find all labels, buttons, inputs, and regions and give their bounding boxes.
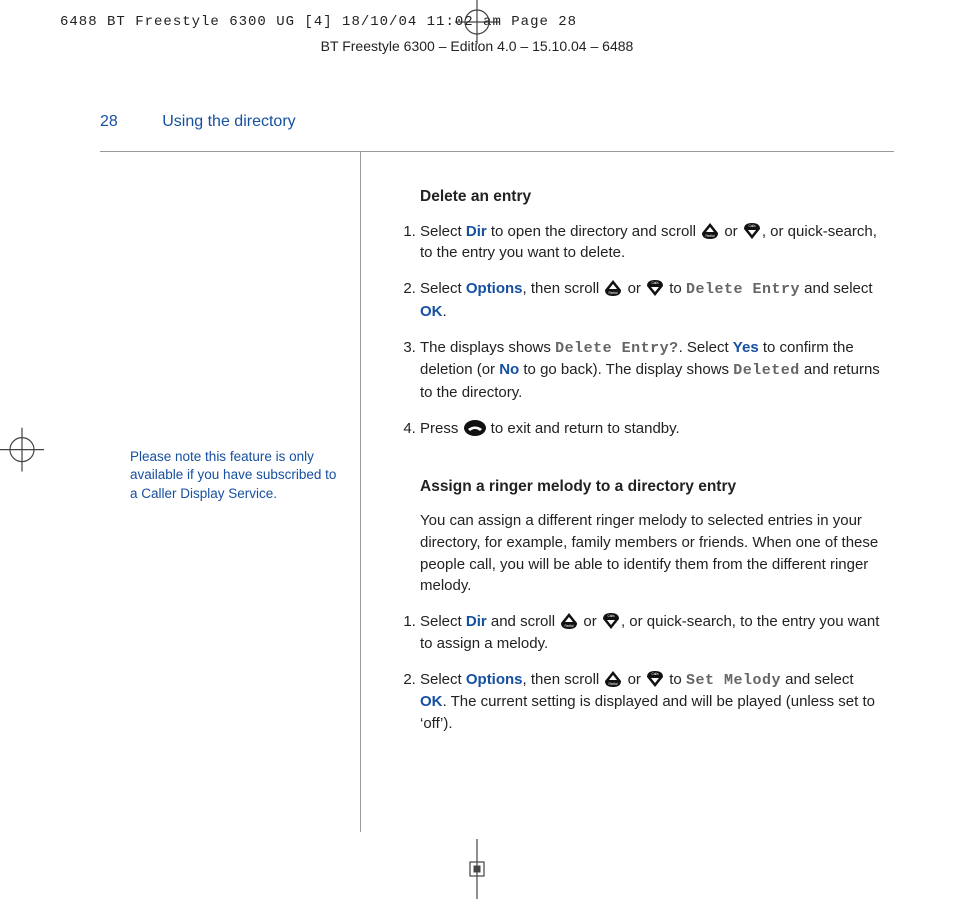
main-column: Delete an entry Select Dir to open the d… <box>360 152 894 832</box>
no-keyword: No <box>499 361 519 378</box>
ok-keyword: OK <box>420 693 443 710</box>
step-3: The displays shows Delete Entry?. Select… <box>420 337 884 404</box>
steps-delete-entry: Select Dir to open the directory and scr… <box>394 221 884 440</box>
step-1: Select Dir to open the directory and scr… <box>420 221 884 265</box>
yes-keyword: Yes <box>733 339 759 356</box>
heading-delete-entry: Delete an entry <box>420 186 884 208</box>
scroll-up-icon <box>700 221 720 241</box>
step-1: Select Dir and scroll or , or quick-sear… <box>420 611 884 655</box>
options-keyword: Options <box>466 671 523 688</box>
end-call-icon <box>463 418 487 438</box>
steps-assign-ringer: Select Dir and scroll or , or quick-sear… <box>394 611 884 735</box>
scroll-down-icon <box>645 669 665 689</box>
scroll-up-icon <box>559 611 579 631</box>
scroll-up-icon <box>603 278 623 298</box>
dir-keyword: Dir <box>466 223 487 240</box>
column-divider <box>360 152 361 832</box>
registration-mark-left-icon <box>0 428 44 479</box>
margin-column: Please note this feature is only availab… <box>100 152 360 832</box>
heading-assign-ringer: Assign a ringer melody to a directory en… <box>420 476 884 498</box>
dir-keyword: Dir <box>466 613 487 630</box>
lcd-text: Deleted <box>733 362 800 379</box>
lcd-text: Set Melody <box>686 672 781 689</box>
options-keyword: Options <box>466 280 523 297</box>
crop-header: 6488 BT Freestyle 6300 UG [4] 18/10/04 1… <box>60 12 577 32</box>
page-content: 28 Using the directory Please note this … <box>100 110 894 866</box>
section-title: Using the directory <box>162 113 295 130</box>
edition-line: BT Freestyle 6300 – Edition 4.0 – 15.10.… <box>0 36 954 56</box>
scroll-up-icon <box>603 669 623 689</box>
running-head: 28 Using the directory <box>100 110 894 133</box>
step-2: Select Options, then scroll or to Set Me… <box>420 669 884 735</box>
scroll-down-icon <box>645 278 665 298</box>
ok-keyword: OK <box>420 303 443 320</box>
scroll-down-icon <box>601 611 621 631</box>
margin-note: Please note this feature is only availab… <box>130 448 338 503</box>
step-4: Press to exit and return to standby. <box>420 418 884 440</box>
lcd-text: Delete Entry <box>686 281 800 298</box>
page-number: 28 <box>100 113 118 130</box>
intro-paragraph: You can assign a different ringer melody… <box>420 510 884 597</box>
step-2: Select Options, then scroll or to Delete… <box>420 278 884 323</box>
lcd-text: Delete Entry? <box>555 340 679 357</box>
scroll-down-icon <box>742 221 762 241</box>
